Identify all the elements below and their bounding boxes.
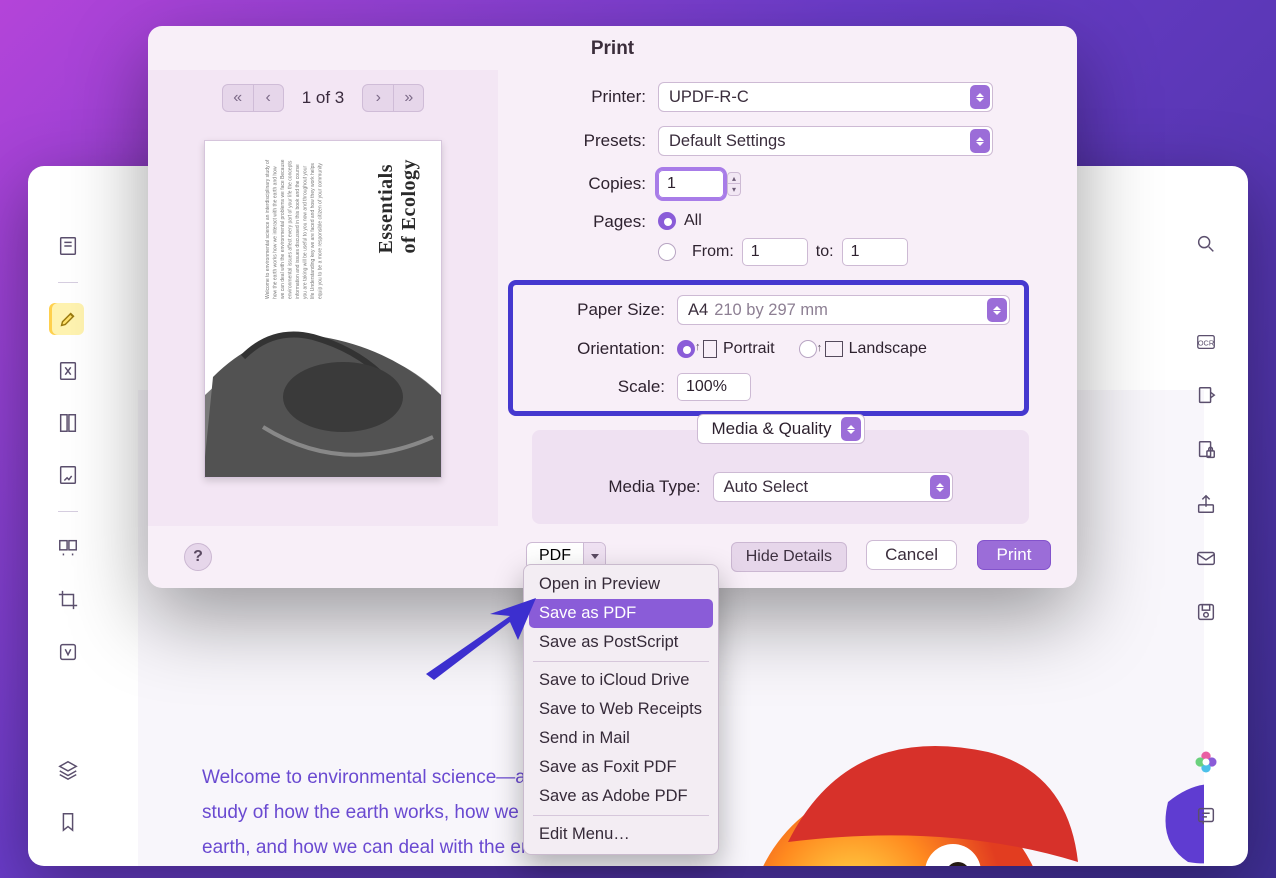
left-sidebar [44,230,92,838]
hide-details-button[interactable]: Hide Details [731,542,847,572]
select-arrows-icon [987,298,1007,322]
printer-select[interactable]: UPDF-R-C [658,82,993,112]
copies-input[interactable]: 1 [658,170,724,198]
print-settings: Printer: UPDF-R-C Presets: Default Setti… [498,70,1077,526]
preview-nav-next-group: › » [362,84,424,112]
first-page-button[interactable]: « [223,85,253,111]
pages-to-input[interactable]: 1 [842,238,908,266]
flip-page-icon[interactable] [1192,382,1220,410]
pages-range-radio[interactable] [658,243,676,261]
prev-page-button[interactable]: ‹ [253,85,283,111]
pdf-menu-item[interactable]: Save to iCloud Drive [529,666,713,695]
select-arrows-icon [841,417,861,441]
form-tools-icon[interactable] [52,459,84,491]
pdf-menu-item[interactable]: Open in Preview [529,570,713,599]
portrait-label: Portrait [723,340,775,358]
ocr-icon[interactable]: OCR [1192,328,1220,356]
menu-separator [533,815,709,816]
printer-label: Printer: [508,87,658,107]
lock-page-icon[interactable] [1192,436,1220,464]
pdf-menu-item[interactable]: Edit Menu… [529,820,713,849]
save-icon[interactable] [1192,598,1220,626]
scale-label: Scale: [527,377,677,397]
select-arrows-icon [970,129,990,153]
paper-size-label: Paper Size: [527,300,677,320]
select-arrows-icon [930,475,950,499]
print-dialog: Print « ‹ 1 of 3 › » Essentials of Ecolo… [148,26,1077,588]
next-page-button[interactable]: › [363,85,393,111]
cancel-button[interactable]: Cancel [866,540,957,570]
pages-label: Pages: [508,212,658,232]
media-type-label: Media Type: [608,477,712,497]
preview-pane: « ‹ 1 of 3 › » Essentials of Ecology Wel… [148,70,498,526]
portrait-icon [703,340,717,358]
media-quality-panel: Media & Quality Media Type: Auto Select [532,430,1029,524]
pages-to-label: to: [816,243,834,261]
pages-from-input[interactable]: 1 [742,238,808,266]
preview-nav-prev-group: « ‹ [222,84,284,112]
pdf-menu-item[interactable]: Send in Mail [529,724,713,753]
page-thumbnail: Essentials of Ecology Welcome to environ… [204,140,442,478]
notes-icon[interactable] [1192,802,1220,830]
mail-icon[interactable] [1192,544,1220,572]
crop-icon[interactable] [52,584,84,616]
landscape-icon [825,341,843,357]
ai-flower-icon[interactable] [1192,748,1220,776]
layers-icon[interactable] [52,754,84,786]
pages-all-label: All [684,212,702,230]
menu-separator [533,661,709,662]
orientation-portrait-radio[interactable] [677,340,695,358]
bookmark-icon[interactable] [52,806,84,838]
pages-from-label: From: [692,243,734,261]
page-layout-icon[interactable] [52,407,84,439]
search-icon[interactable] [1192,230,1220,258]
page-view-icon[interactable] [52,230,84,262]
share-icon[interactable] [1192,490,1220,518]
edit-text-icon[interactable] [52,355,84,387]
document-image [698,702,1204,866]
page-tools-icon[interactable] [52,532,84,564]
ocr-alt-icon[interactable] [52,636,84,668]
orientation-landscape-radio[interactable] [799,340,817,358]
pdf-menu-item[interactable]: Save as Foxit PDF [529,753,713,782]
pdf-menu-item[interactable]: Save as PostScript [529,628,713,657]
right-sidebar: OCR [1182,230,1230,830]
highlighted-section: Paper Size: A4 210 by 297 mm Orientation… [508,280,1029,416]
print-button[interactable]: Print [977,540,1051,570]
pdf-dropdown-menu: Open in PreviewSave as PDFSave as PostSc… [523,564,719,855]
landscape-label: Landscape [849,340,927,358]
svg-text:OCR: OCR [1198,339,1214,348]
pdf-menu-item[interactable]: Save as PDF [529,599,713,628]
scale-input[interactable]: 100% [677,373,751,401]
pdf-menu-item[interactable]: Save as Adobe PDF [529,782,713,811]
help-button[interactable]: ? [184,543,212,571]
orientation-label: Orientation: [527,339,677,359]
copies-stepper[interactable]: ▴▾ [727,172,741,196]
copies-label: Copies: [508,174,658,194]
dialog-title: Print [148,26,1077,70]
select-arrows-icon [970,85,990,109]
presets-select[interactable]: Default Settings [658,126,993,156]
highlighter-icon[interactable] [52,303,84,335]
media-type-select[interactable]: Auto Select [713,472,953,502]
last-page-button[interactable]: » [393,85,423,111]
presets-label: Presets: [508,131,658,151]
paper-size-select[interactable]: A4 210 by 297 mm [677,295,1010,325]
page-indicator: 1 of 3 [302,88,345,108]
pages-all-radio[interactable] [658,212,676,230]
pdf-menu-item[interactable]: Save to Web Receipts [529,695,713,724]
section-select[interactable]: Media & Quality [697,414,865,444]
